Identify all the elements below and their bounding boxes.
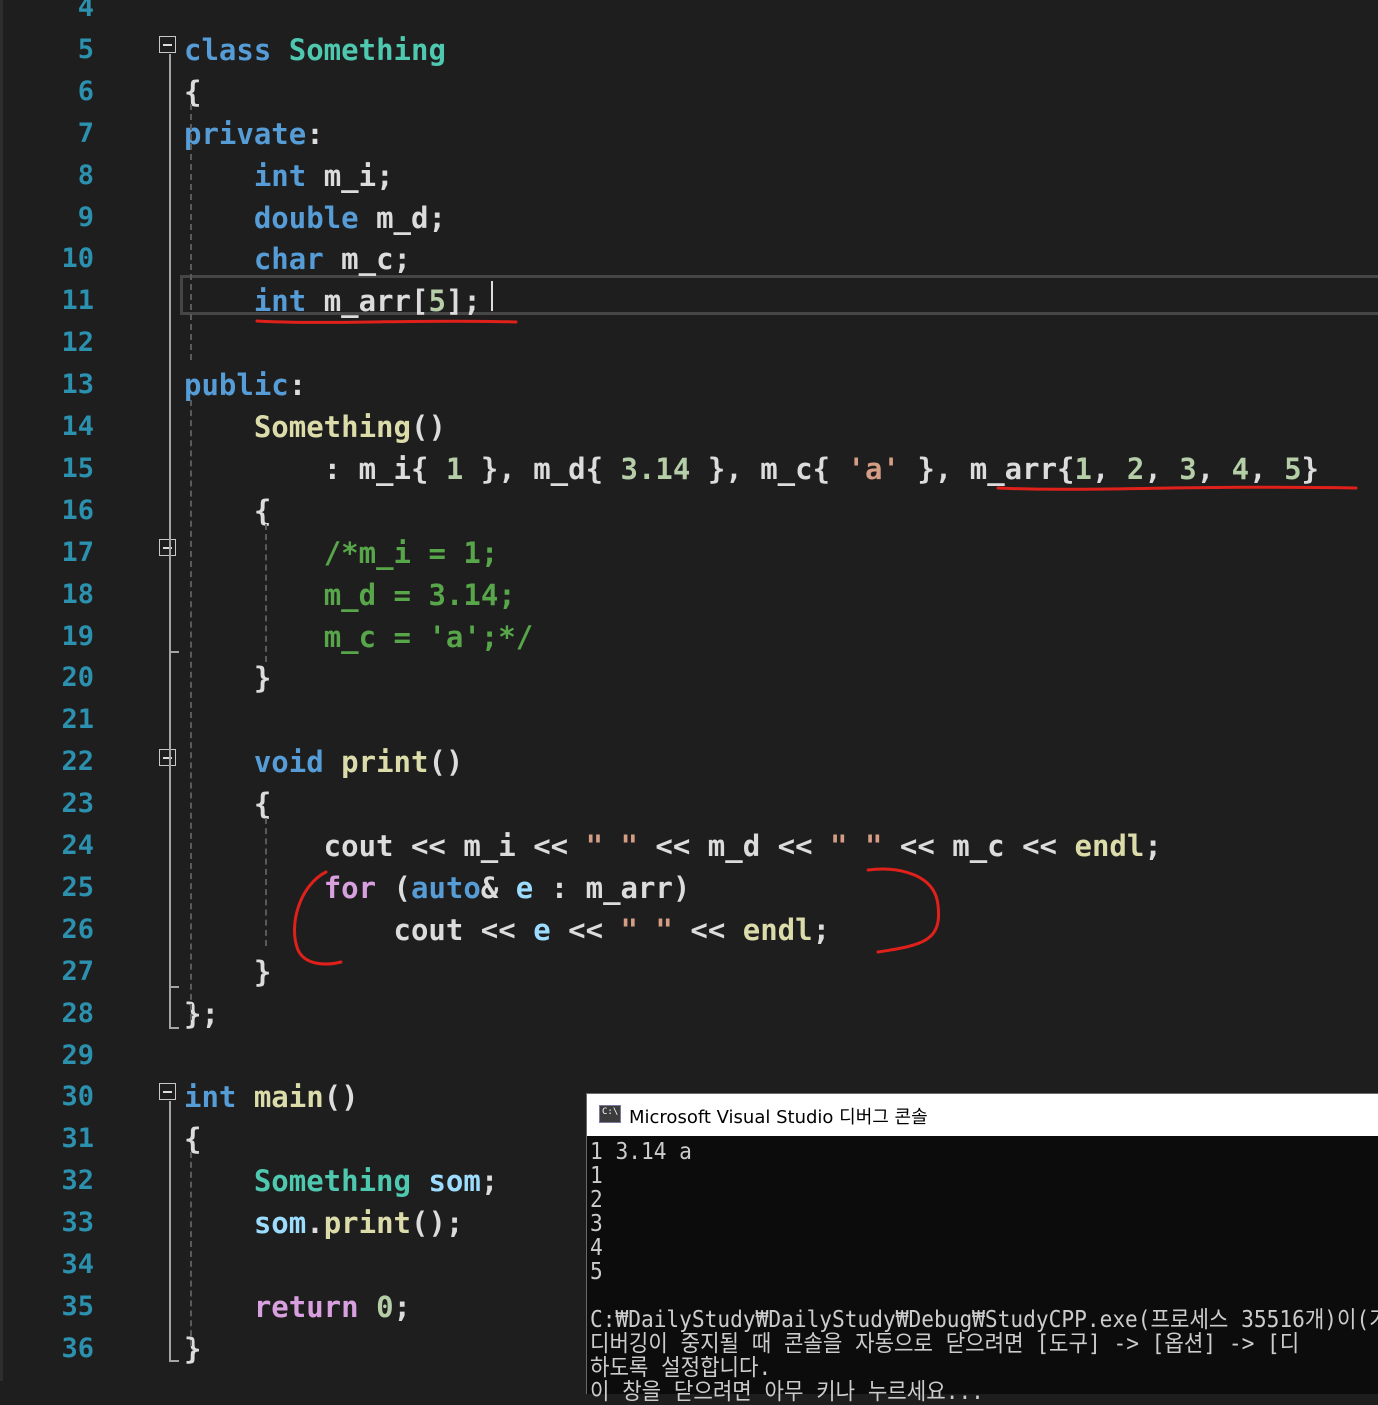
underline-m-arr-initializer bbox=[996, 485, 1358, 491]
console-output-line: 디버깅이 중지될 때 콘솔을 자동으로 닫으려면 [도구] -> [옵션] ->… bbox=[590, 1331, 1300, 1357]
console-output-line: 1 3.14 a bbox=[590, 1139, 692, 1165]
console-output-line: 2 bbox=[590, 1187, 603, 1213]
console-output-line: 1 bbox=[590, 1163, 603, 1189]
bracket-right-for-loop bbox=[866, 867, 941, 954]
console-output-line: 5 bbox=[590, 1259, 603, 1285]
console-output-line: 3 bbox=[590, 1211, 603, 1237]
console-title: Microsoft Visual Studio 디버그 콘솔 bbox=[629, 1107, 928, 1128]
console-titlebar[interactable]: Microsoft Visual Studio 디버그 콘솔 bbox=[587, 1094, 1378, 1136]
underline-m-arr-declaration bbox=[255, 319, 518, 324]
console-app-icon bbox=[599, 1105, 621, 1123]
console-output-line: 하도록 설정합니다. bbox=[590, 1355, 772, 1381]
debug-console-window[interactable]: Microsoft Visual Studio 디버그 콘솔 1 3.14 a1… bbox=[586, 1093, 1378, 1404]
console-output-line: C:₩DailyStudy₩DailyStudy₩Debug₩StudyCPP.… bbox=[590, 1307, 1378, 1333]
bracket-left-for-loop bbox=[293, 870, 343, 966]
console-output-line: 이 창을 닫으려면 아무 키나 누르세요... bbox=[590, 1379, 984, 1405]
console-output-line: 4 bbox=[590, 1235, 603, 1261]
